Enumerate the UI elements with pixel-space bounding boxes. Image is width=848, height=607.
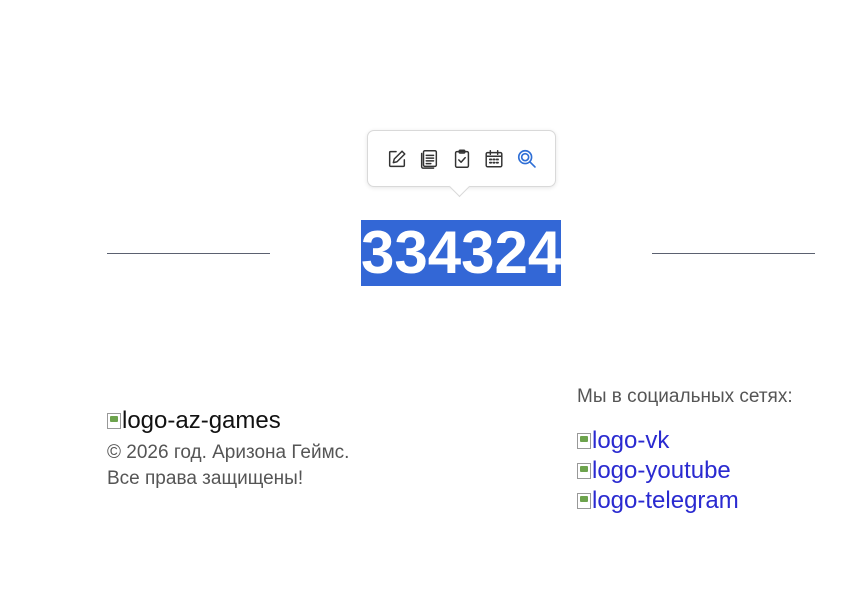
document-icon: [420, 150, 438, 169]
social-link-youtube[interactable]: logo-youtube: [577, 457, 731, 485]
social-link-label: logo-vk: [592, 427, 670, 454]
clipboard-check-icon: [454, 149, 470, 168]
broken-image-icon: [577, 433, 591, 449]
logo-az-games-alt: logo-az-games: [122, 407, 281, 434]
social-link-vk[interactable]: logo-vk: [577, 427, 669, 455]
search-icon: [517, 149, 536, 168]
left-divider: [107, 253, 270, 254]
calendar-icon: [485, 150, 503, 168]
edit-button[interactable]: [385, 147, 409, 171]
code-number: 334324: [361, 219, 562, 286]
edit-icon: [388, 150, 406, 168]
right-divider: [652, 253, 815, 254]
copyright-line-2: Все права защищены!: [107, 468, 304, 489]
broken-image-icon: [107, 413, 121, 429]
social-title: Мы в социальных сетях:: [577, 386, 793, 407]
search-button[interactable]: [515, 147, 539, 171]
broken-image-icon: [577, 463, 591, 479]
broken-image-icon: [577, 493, 591, 509]
clipboard-check-button[interactable]: [450, 147, 474, 171]
social-link-telegram[interactable]: logo-telegram: [577, 487, 739, 515]
logo-az-games[interactable]: logo-az-games: [107, 407, 281, 435]
calendar-button[interactable]: [482, 147, 506, 171]
social-link-label: logo-youtube: [592, 457, 731, 484]
copyright-line-1: © 2026 год. Аризона Геймс.: [107, 442, 350, 463]
selection-toolbar-popup: [367, 130, 556, 187]
document-button[interactable]: [417, 147, 441, 171]
social-link-label: logo-telegram: [592, 487, 739, 514]
